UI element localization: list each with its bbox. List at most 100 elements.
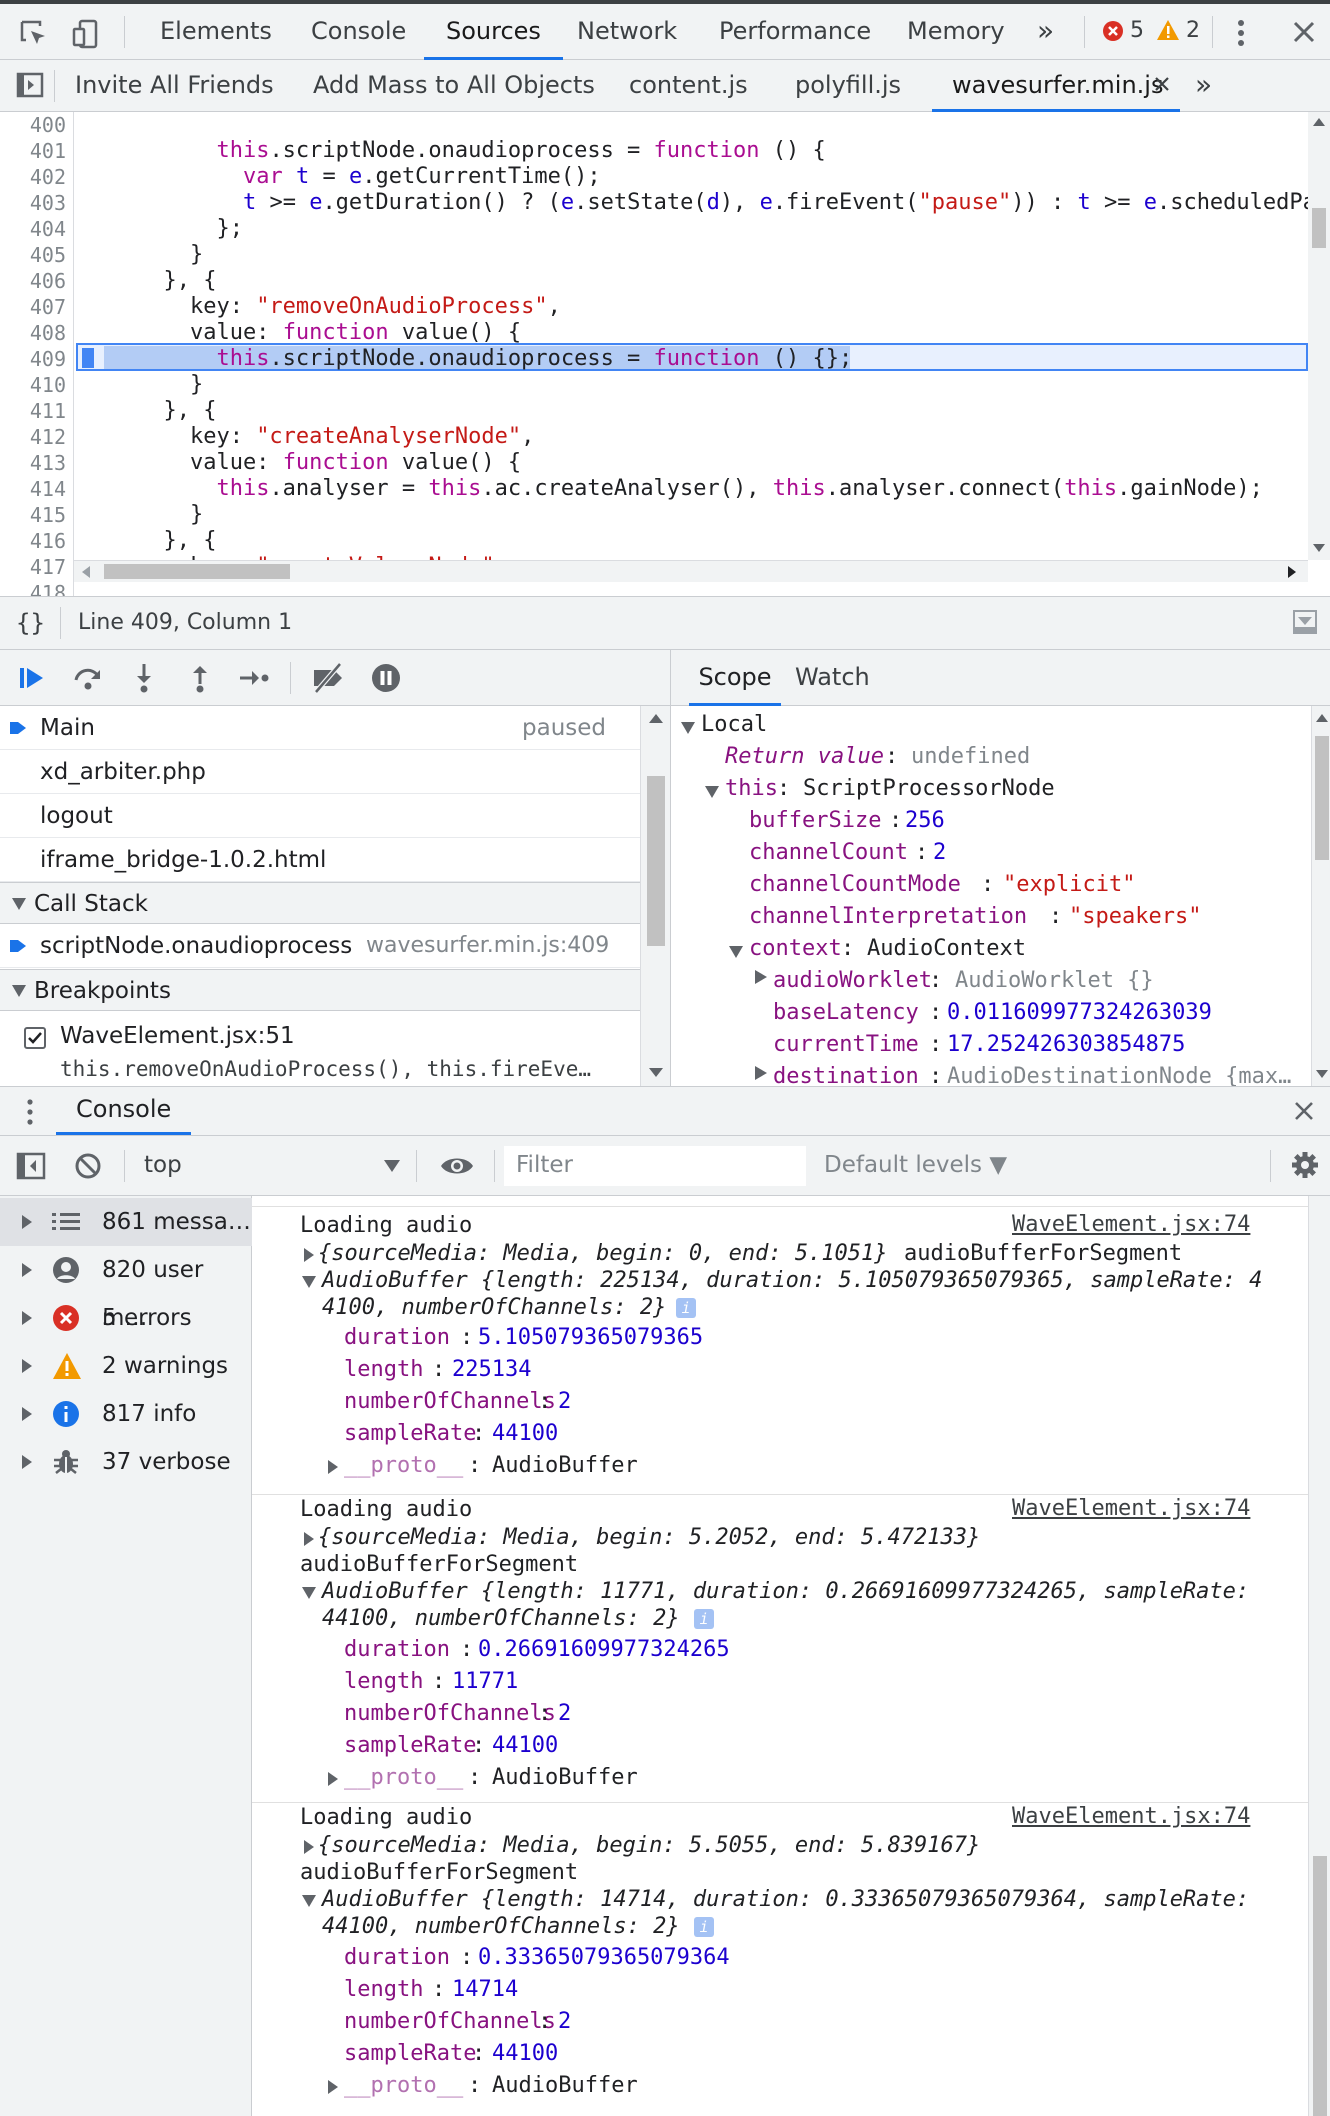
collapsed-triangle-icon[interactable]	[304, 1840, 314, 1854]
scope-scrollbar[interactable]	[1311, 706, 1330, 1086]
prop-key[interactable]: audioWorklet	[773, 966, 932, 996]
close-drawer-icon[interactable]	[1294, 1101, 1314, 1121]
line-number[interactable]: 417	[0, 554, 66, 580]
error-count-icon[interactable]	[1102, 20, 1124, 42]
breakpoints-section-header[interactable]: Breakpoints	[0, 969, 640, 1011]
sidebar-item-errors[interactable]: 5 errors	[0, 1294, 252, 1342]
object-preview[interactable]: {sourceMedia: Media, begin: 5.2052, end:…	[318, 1524, 980, 1551]
kebab-menu-icon[interactable]	[1236, 18, 1246, 48]
editor-horizontal-scrollbar[interactable]	[74, 560, 1308, 582]
line-number[interactable]: 410	[0, 372, 66, 398]
collapsed-triangle-icon[interactable]	[755, 970, 767, 984]
line-number[interactable]: 405	[0, 242, 66, 268]
close-devtools-icon[interactable]	[1292, 20, 1316, 44]
sidebar-item-user-messages[interactable]: 820 user m…	[0, 1246, 252, 1331]
line-number[interactable]: 400	[0, 112, 66, 138]
drawer-menu-icon[interactable]	[26, 1097, 34, 1127]
console-scroll-thumb[interactable]	[1313, 1856, 1327, 2116]
file-tab-content-js[interactable]: content.js	[629, 60, 748, 112]
line-number[interactable]: 402	[0, 164, 66, 190]
scroll-down-icon[interactable]	[1313, 544, 1325, 552]
device-toolbar-icon[interactable]	[68, 16, 104, 52]
line-number[interactable]: 409	[0, 346, 66, 372]
console-message[interactable]: Loading audio WaveElement.jsx:74 {source…	[252, 1208, 1308, 1490]
breakpoint-checkbox[interactable]	[24, 1027, 46, 1049]
line-number[interactable]: 407	[0, 294, 66, 320]
toggle-debugger-sidebar-icon[interactable]	[1292, 609, 1318, 635]
buffer-preview[interactable]: AudioBuffer {length: 14714, duration: 0.…	[322, 1886, 1249, 1913]
collapsed-triangle-icon[interactable]	[328, 1772, 338, 1786]
tab-elements[interactable]: Elements	[160, 4, 272, 60]
scope-local-label[interactable]: Local	[701, 710, 767, 740]
collapsed-triangle-icon[interactable]	[304, 1248, 314, 1262]
collapsed-triangle-icon[interactable]	[304, 1532, 314, 1546]
sidebar-item-messages[interactable]: 861 messa…	[0, 1198, 252, 1246]
pretty-print-icon[interactable]: {}	[16, 609, 45, 637]
warning-count-icon[interactable]	[1156, 19, 1180, 41]
tab-network[interactable]: Network	[577, 4, 677, 60]
file-tab-invite-all-friends[interactable]: Invite All Friends	[75, 60, 274, 112]
editor-scroll-thumb[interactable]	[1312, 208, 1326, 248]
expand-triangle-icon[interactable]	[705, 786, 719, 798]
resume-button-icon[interactable]	[14, 660, 50, 696]
close-tab-icon[interactable]	[1154, 76, 1170, 92]
console-settings-gear-icon[interactable]	[1290, 1150, 1320, 1180]
line-number[interactable]: 403	[0, 190, 66, 216]
call-frame-item[interactable]: scriptNode.onaudioprocess wavesurfer.min…	[0, 924, 640, 968]
object-preview[interactable]: {sourceMedia: Media, begin: 0, end: 5.10…	[318, 1240, 888, 1267]
buffer-preview[interactable]: AudioBuffer {length: 11771, duration: 0.…	[322, 1578, 1249, 1605]
line-number[interactable]: 412	[0, 424, 66, 450]
scope-scroll-thumb[interactable]	[1315, 736, 1329, 860]
object-preview[interactable]: {sourceMedia: Media, begin: 5.5055, end:…	[318, 1832, 980, 1859]
thread-item[interactable]: iframe_bridge-1.0.2.html	[0, 838, 640, 882]
tab-console[interactable]: Console	[311, 4, 406, 60]
tab-performance[interactable]: Performance	[719, 4, 871, 60]
collapsed-triangle-icon[interactable]	[328, 1460, 338, 1474]
call-frame-location[interactable]: wavesurfer.min.js:409	[366, 924, 609, 968]
line-number[interactable]: 411	[0, 398, 66, 424]
more-file-tabs-button[interactable]: »	[1195, 60, 1212, 112]
console-message[interactable]: Loading audio WaveElement.jsx:74 {source…	[252, 1800, 1308, 2116]
clear-console-icon[interactable]	[74, 1152, 102, 1180]
sidebar-item-info[interactable]: 817 info	[0, 1390, 252, 1438]
left-pane-scrollbar[interactable]	[640, 706, 670, 1086]
editor-vertical-scrollbar[interactable]	[1308, 112, 1330, 560]
expand-triangle-icon[interactable]	[681, 722, 695, 734]
code-editor[interactable]: 400 401 402 403 404 405 406 407 408 409 …	[0, 112, 1330, 596]
expand-triangle-icon[interactable]	[302, 1587, 316, 1599]
line-number[interactable]: 408	[0, 320, 66, 346]
horizontal-scroll-thumb[interactable]	[104, 564, 290, 579]
line-number-gutter[interactable]: 400 401 402 403 404 405 406 407 408 409 …	[0, 112, 74, 596]
info-badge-icon[interactable]: i	[694, 1609, 714, 1629]
show-console-sidebar-icon[interactable]	[16, 1152, 46, 1180]
deactivate-breakpoints-icon[interactable]	[310, 660, 346, 696]
collapsed-triangle-icon[interactable]	[328, 2080, 338, 2094]
line-number[interactable]: 416	[0, 528, 66, 554]
line-number[interactable]: 415	[0, 502, 66, 528]
info-badge-icon[interactable]: i	[676, 1298, 696, 1318]
line-number[interactable]: 406	[0, 268, 66, 294]
thread-item-main[interactable]: Main paused	[0, 706, 640, 750]
file-tab-polyfill-js[interactable]: polyfill.js	[795, 60, 901, 112]
collapsed-triangle-icon[interactable]	[755, 1066, 767, 1080]
line-number[interactable]: 404	[0, 216, 66, 242]
call-stack-section-header[interactable]: Call Stack	[0, 882, 640, 924]
more-tabs-button[interactable]: »	[1037, 4, 1054, 60]
file-tab-wavesurfer[interactable]: wavesurfer.min.js	[932, 60, 1180, 112]
expand-triangle-icon[interactable]	[302, 1276, 316, 1288]
breakpoint-item[interactable]: WaveElement.jsx:51 this.removeOnAudioPro…	[0, 1011, 640, 1086]
step-out-icon[interactable]	[182, 660, 218, 696]
step-over-icon[interactable]	[70, 660, 106, 696]
console-message[interactable]: Loading audio WaveElement.jsx:74 {source…	[252, 1492, 1308, 1800]
inspect-element-icon[interactable]	[16, 16, 52, 52]
buffer-preview[interactable]: AudioBuffer {length: 225134, duration: 5…	[322, 1267, 1262, 1294]
console-filter-input[interactable]: Filter	[504, 1146, 806, 1186]
dropdown-caret-icon[interactable]	[384, 1160, 400, 1172]
live-expression-eye-icon[interactable]	[440, 1154, 474, 1178]
line-number[interactable]: 413	[0, 450, 66, 476]
scroll-left-icon[interactable]	[82, 566, 90, 578]
tab-memory[interactable]: Memory	[907, 4, 1005, 60]
scroll-up-icon[interactable]	[649, 714, 663, 723]
line-number[interactable]: 418	[0, 580, 66, 596]
source-link[interactable]: WaveElement.jsx:74	[1012, 1804, 1250, 1829]
